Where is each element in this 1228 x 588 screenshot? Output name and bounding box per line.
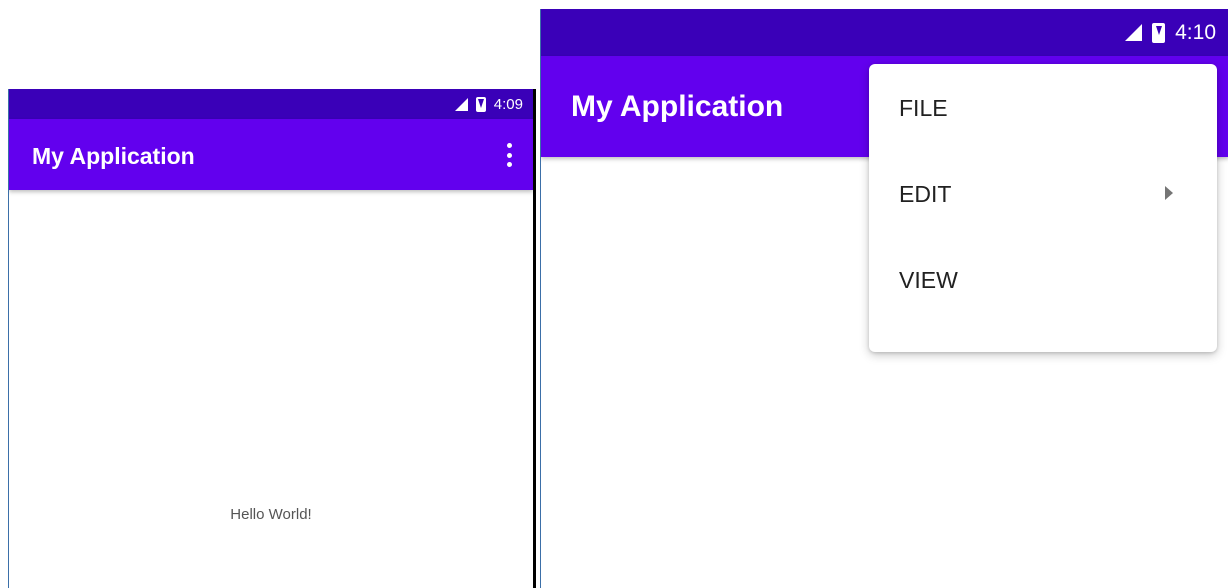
- menu-item-view[interactable]: VIEW: [869, 236, 1217, 322]
- menu-item-label: FILE: [899, 95, 948, 121]
- cellular-signal-icon: [1125, 24, 1143, 41]
- menu-dot: [506, 143, 512, 148]
- status-bar: 4:10: [541, 9, 1228, 56]
- battery-charging-icon: [475, 96, 486, 112]
- status-icons: 4:10: [1125, 9, 1216, 56]
- menu-item-label: EDIT: [899, 181, 952, 207]
- submenu-arrow-icon: [1165, 186, 1173, 200]
- app-title: My Application: [32, 143, 195, 169]
- overflow-menu: FILE EDIT VIEW: [869, 64, 1217, 352]
- menu-item-file[interactable]: FILE: [869, 64, 1217, 150]
- cellular-signal-icon: [454, 97, 468, 111]
- app-bar: My Application: [9, 119, 533, 190]
- status-bar: 4:09: [9, 89, 533, 119]
- status-time: 4:10: [1175, 20, 1216, 44]
- menu-item-label: VIEW: [899, 267, 958, 293]
- menu-dot: [506, 152, 512, 158]
- menu-dot: [506, 162, 512, 167]
- battery-charging-icon: [1152, 22, 1166, 43]
- more-vertical-icon[interactable]: [504, 143, 514, 167]
- status-icons: 4:09: [454, 89, 523, 119]
- phone-screen-left: 4:09 My Application Hello World!: [8, 89, 536, 588]
- phone-screen-right: 4:10 My Application FILE EDIT VIEW: [540, 9, 1228, 588]
- menu-item-edit[interactable]: EDIT: [869, 150, 1217, 236]
- status-time: 4:09: [493, 95, 523, 113]
- hello-world-text: Hello World!: [230, 506, 312, 523]
- app-title: My Application: [571, 90, 784, 123]
